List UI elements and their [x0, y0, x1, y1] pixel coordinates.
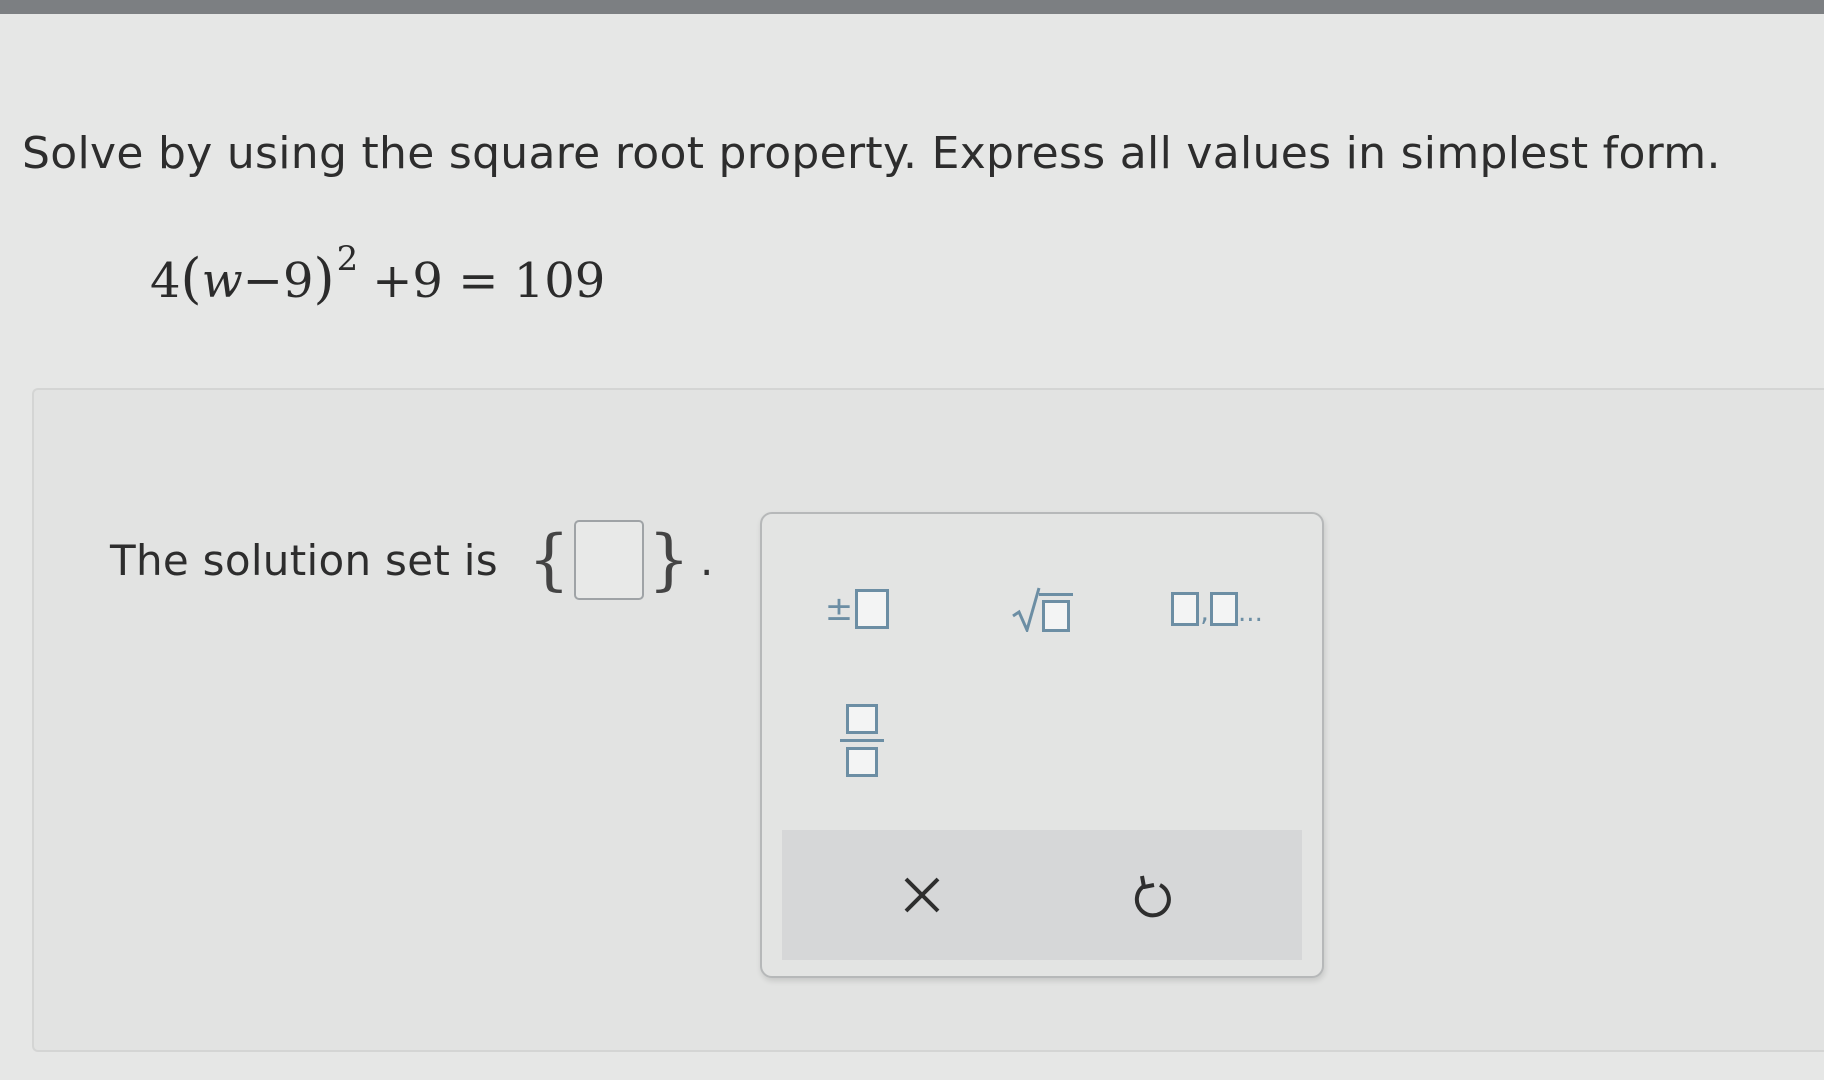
left-brace: { [527, 521, 570, 598]
placeholder-box-icon [1042, 600, 1070, 632]
right-brace: } [647, 521, 690, 598]
equation-coefficient: 4 [150, 253, 181, 309]
equation-minus: − [242, 253, 283, 309]
plus-minus-icon: ± [825, 589, 890, 629]
placeholder-box-icon [1210, 592, 1239, 626]
list-button[interactable]: , ... [1152, 574, 1282, 644]
placeholder-box-icon [855, 589, 890, 629]
equation-inner-number: 9 [282, 253, 314, 309]
clear-button[interactable] [862, 850, 982, 940]
fraction-button[interactable] [822, 690, 902, 790]
fraction-icon [840, 703, 884, 777]
plus-minus-symbol: ± [824, 589, 854, 629]
solution-row: The solution set is { } . [110, 520, 713, 600]
equation: 4(w−9)2 +9 = 109 [150, 242, 606, 309]
numerator-box-icon [846, 703, 878, 734]
square-root-icon [1011, 586, 1073, 632]
equation-variable: w [201, 253, 243, 309]
clear-x-icon [904, 877, 940, 913]
answer-input[interactable] [573, 520, 644, 600]
solution-label: The solution set is [110, 535, 498, 585]
equation-open-paren: ( [180, 247, 202, 310]
list-icon: , ... [1171, 592, 1263, 626]
equation-close-paren: ) [313, 247, 335, 310]
equation-rest: +9 = 109 [372, 253, 606, 309]
denominator-box-icon [846, 746, 878, 777]
period: . [699, 535, 714, 585]
question-instruction: Solve by using the square root property.… [22, 128, 1721, 179]
top-bar [0, 0, 1824, 14]
math-palette: ± , ... [760, 512, 1324, 978]
plus-minus-button[interactable]: ± [812, 574, 902, 644]
placeholder-box-icon [1171, 592, 1200, 626]
undo-button[interactable] [1092, 850, 1212, 940]
radical-sign-icon [1012, 587, 1041, 632]
equation-exponent: 2 [336, 239, 359, 279]
undo-icon [1134, 875, 1171, 918]
palette-action-bar [782, 830, 1302, 960]
square-root-button[interactable] [992, 574, 1092, 644]
solution-set: { } [528, 520, 690, 600]
